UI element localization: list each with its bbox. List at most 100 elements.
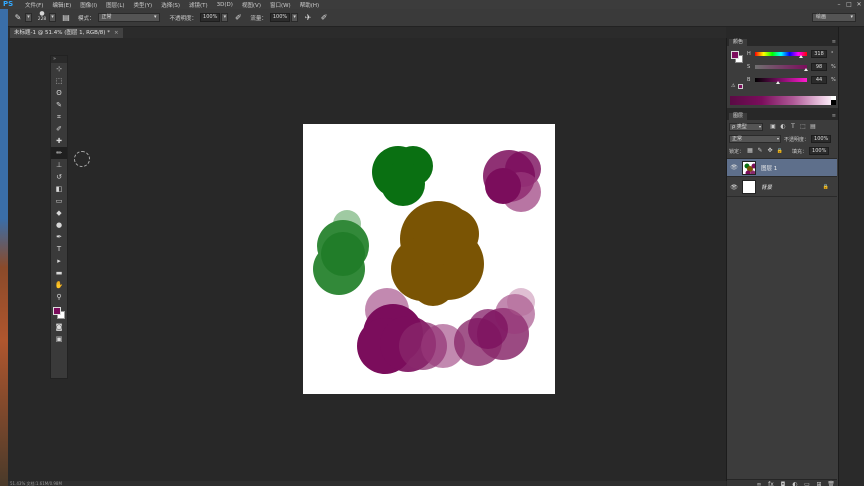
filter-type-icon[interactable]: T xyxy=(789,123,797,131)
eyedropper-tool-icon[interactable]: ✐ xyxy=(51,123,67,135)
menu-edit[interactable]: 编辑(E) xyxy=(52,1,71,9)
document-tab[interactable]: 未标题-1 @ 51.4% (图层 1, RGB/8) * × xyxy=(10,28,123,38)
opacity-dropdown[interactable]: ▾ xyxy=(221,13,229,22)
new-group-icon[interactable]: ▭ xyxy=(801,481,813,486)
workspace-select[interactable]: 绘画 xyxy=(812,13,856,22)
menu-image[interactable]: 图像(I) xyxy=(80,1,97,9)
adjustment-layer-icon[interactable]: ◐ xyxy=(789,481,801,486)
eraser-tool-icon[interactable]: ◧ xyxy=(51,183,67,195)
brightness-input[interactable]: 44 xyxy=(811,76,827,84)
gradient-tool-icon[interactable]: ▭ xyxy=(51,195,67,207)
menu-filter[interactable]: 滤镜(T) xyxy=(189,1,208,9)
lock-position-icon[interactable]: ✥ xyxy=(766,147,774,155)
maximize-button[interactable]: □ xyxy=(844,0,854,9)
foreground-color-swatch-top[interactable] xyxy=(53,307,61,315)
close-tab-icon[interactable]: × xyxy=(114,28,119,38)
dodge-tool-icon[interactable]: ● xyxy=(51,219,67,231)
brightness-slider[interactable] xyxy=(755,78,807,82)
tool-preset-dropdown[interactable]: ▾ xyxy=(25,13,32,22)
quick-mask-icon[interactable]: ◙ xyxy=(51,321,67,333)
lasso-tool-icon[interactable]: ʘ xyxy=(51,87,67,99)
brush-preset-icon[interactable]: ✎ xyxy=(12,12,24,24)
zoom-tool-icon[interactable]: ⚲ xyxy=(51,291,67,303)
layers-panel-menu-icon[interactable]: ≡ xyxy=(832,112,836,120)
fill-input[interactable]: 100% xyxy=(809,147,830,155)
menu-view[interactable]: 视图(V) xyxy=(242,1,261,9)
canvas-workspace[interactable] xyxy=(8,38,726,481)
layer-name[interactable]: 背景 xyxy=(761,183,772,191)
move-tool-icon[interactable]: ⊹ xyxy=(51,63,67,75)
blend-mode-select[interactable]: 正常 xyxy=(97,13,160,22)
menu-file[interactable]: 文件(F) xyxy=(25,1,43,9)
layer-filter-select[interactable]: ρ 类型 xyxy=(729,123,763,131)
healing-brush-tool-icon[interactable]: ✚ xyxy=(51,135,67,147)
history-brush-tool-icon[interactable]: ↺ xyxy=(51,171,67,183)
pressure-size-icon[interactable]: ✐ xyxy=(318,12,330,24)
opacity-input[interactable]: 100% xyxy=(200,13,221,22)
hand-tool-icon[interactable]: ✋ xyxy=(51,279,67,291)
brush-tool-icon[interactable]: ✏ xyxy=(51,147,67,159)
layer-mask-icon[interactable]: ◘ xyxy=(777,481,789,486)
saturation-slider[interactable] xyxy=(755,65,807,69)
crop-tool-icon[interactable]: ⌗ xyxy=(51,111,67,123)
screen-mode-icon[interactable]: ▣ xyxy=(51,333,67,345)
blur-tool-icon[interactable]: ◆ xyxy=(51,207,67,219)
menu-layer[interactable]: 图层(L) xyxy=(106,1,124,9)
saturation-input[interactable]: 98 xyxy=(811,63,827,71)
visibility-eye-icon[interactable]: 👁 xyxy=(729,164,739,171)
tab-color[interactable]: 颜色 xyxy=(729,39,748,46)
marquee-tool-icon[interactable]: ⬚ xyxy=(51,75,67,87)
brightness-slider-thumb[interactable] xyxy=(775,81,780,84)
document-canvas[interactable] xyxy=(303,124,555,394)
layer-row-background[interactable]: 👁 背景 🔒 xyxy=(727,178,837,197)
color-panel-foreground-swatch[interactable] xyxy=(731,51,739,59)
brush-size-picker[interactable]: ● 228 xyxy=(36,10,48,25)
tab-layers[interactable]: 图层 xyxy=(729,113,748,120)
path-select-tool-icon[interactable]: ▸ xyxy=(51,255,67,267)
filter-smart-object-icon[interactable]: ▤ xyxy=(809,123,817,131)
menu-window[interactable]: 窗口(W) xyxy=(270,1,291,9)
clone-stamp-tool-icon[interactable]: ⊥ xyxy=(51,159,67,171)
ramp-black-swatch[interactable] xyxy=(831,100,836,105)
web-safe-swatch[interactable] xyxy=(738,84,743,89)
flow-input[interactable]: 100% xyxy=(269,13,291,22)
visibility-eye-icon[interactable]: 👁 xyxy=(729,184,739,191)
pen-tool-icon[interactable]: ✒ xyxy=(51,231,67,243)
color-panel-menu-icon[interactable]: ≡ xyxy=(832,38,836,46)
layer-blend-mode-select[interactable]: 正常 xyxy=(729,135,781,143)
document-tab-title: 未标题-1 @ 51.4% (图层 1, RGB/8) * xyxy=(14,30,110,36)
flow-dropdown[interactable]: ▾ xyxy=(291,13,299,22)
lock-image-icon[interactable]: ✎ xyxy=(756,147,764,155)
layer-style-icon[interactable]: fx xyxy=(765,481,777,486)
menu-help[interactable]: 帮助(H) xyxy=(300,1,319,9)
menu-3d[interactable]: 3D(D) xyxy=(217,2,233,8)
shape-tool-icon[interactable]: ▬ xyxy=(51,267,67,279)
brush-picker-dropdown[interactable]: ▾ xyxy=(49,13,56,22)
menu-select[interactable]: 选择(S) xyxy=(161,1,180,9)
hue-slider-thumb[interactable] xyxy=(798,55,803,58)
color-ramp[interactable] xyxy=(730,96,836,105)
filter-pixel-icon[interactable]: ▣ xyxy=(769,123,777,131)
minimize-button[interactable]: – xyxy=(834,0,844,9)
layer-row-layer1[interactable]: 👁 图层 1 xyxy=(727,158,837,177)
brightness-row: B 44 % xyxy=(747,76,839,84)
hue-input[interactable]: 318 xyxy=(811,50,827,58)
lock-transparent-icon[interactable]: ▦ xyxy=(746,147,754,155)
menu-type[interactable]: 类型(Y) xyxy=(134,1,153,9)
link-layers-icon[interactable]: ∞ xyxy=(753,481,765,486)
close-button[interactable]: ✕ xyxy=(854,0,864,9)
new-layer-icon[interactable]: ⊞ xyxy=(813,481,825,486)
brush-panel-toggle-icon[interactable]: ▤ xyxy=(60,12,72,24)
saturation-slider-thumb[interactable] xyxy=(803,68,808,71)
layer-opacity-input[interactable]: 100% xyxy=(811,135,832,143)
layer-name[interactable]: 图层 1 xyxy=(761,164,777,172)
lock-all-icon[interactable]: 🔒 xyxy=(776,147,784,155)
quick-select-tool-icon[interactable]: ✎ xyxy=(51,99,67,111)
airbrush-icon[interactable]: ✈ xyxy=(302,12,314,24)
filter-shape-icon[interactable]: ⬚ xyxy=(799,123,807,131)
delete-layer-icon[interactable]: 🗑 xyxy=(825,481,837,486)
type-tool-icon[interactable]: T xyxy=(51,243,67,255)
pressure-opacity-icon[interactable]: ✐ xyxy=(232,12,244,24)
tools-panel-header[interactable]: » xyxy=(51,56,67,63)
filter-adjustment-icon[interactable]: ◐ xyxy=(779,123,787,131)
